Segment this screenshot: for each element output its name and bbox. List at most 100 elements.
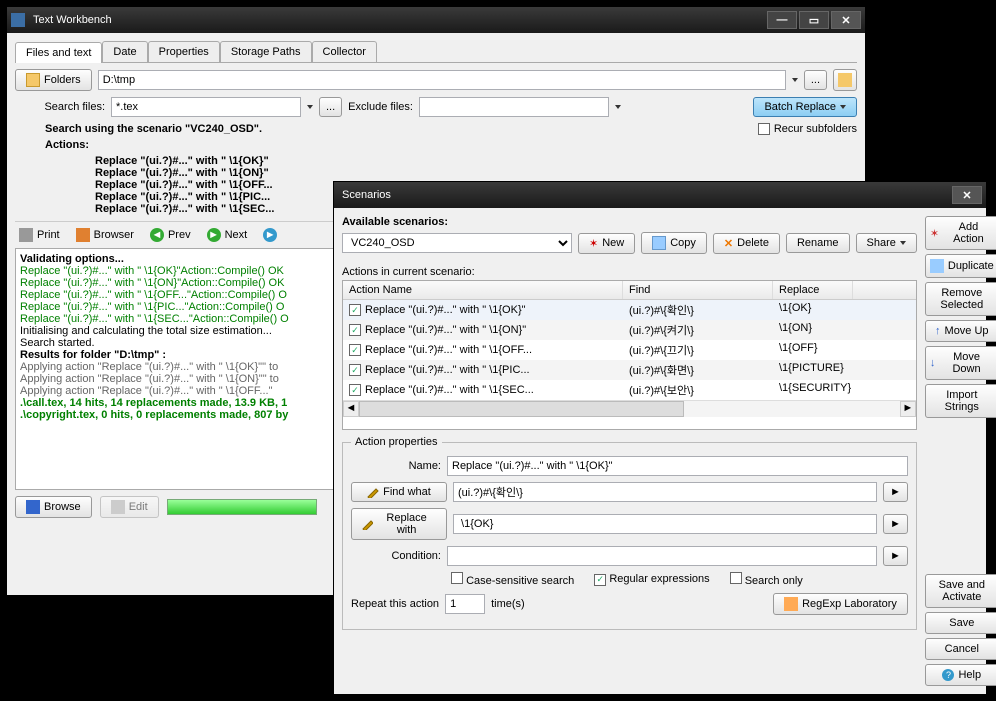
search-files-input[interactable] (111, 97, 301, 117)
exclude-files-label: Exclude files: (348, 101, 413, 113)
row-find: (ui.?)#\{보안\} (623, 381, 773, 399)
import-strings-button[interactable]: Import Strings (925, 384, 996, 418)
print-icon (19, 228, 33, 242)
row-name: Replace "(ui.?)#..." with " \1{OK}" (365, 304, 526, 316)
share-button[interactable]: Share (856, 233, 917, 253)
col-find[interactable]: Find (623, 281, 773, 299)
tab-properties[interactable]: Properties (148, 41, 220, 62)
save-button[interactable]: Save (925, 612, 996, 634)
times-label: time(s) (491, 598, 525, 610)
row-checkbox[interactable]: ✓ (349, 344, 361, 356)
folders-label: Folders (44, 74, 81, 86)
row-name: Replace "(ui.?)#..." with " \1{OFF... (365, 344, 532, 356)
move-up-button[interactable]: ↑Move Up (925, 320, 996, 342)
browser-button[interactable]: Browser (72, 226, 138, 244)
row-checkbox[interactable]: ✓ (349, 364, 361, 376)
name-input[interactable] (447, 456, 908, 476)
remove-selected-button[interactable]: Remove Selected (925, 282, 996, 316)
browse-icon (26, 500, 40, 514)
main-titlebar[interactable]: Text Workbench — ▭ ✕ (7, 7, 865, 33)
go-button[interactable]: ► (259, 226, 281, 244)
regex-check[interactable]: ✓ Regular expressions (594, 573, 709, 586)
delete-button[interactable]: ✕Delete (713, 233, 780, 254)
table-row[interactable]: ✓ Replace "(ui.?)#..." with " \1{SEC... (u… (343, 380, 916, 400)
row-name: Replace "(ui.?)#..." with " \1{SEC... (365, 384, 534, 396)
help-button[interactable]: ?Help (925, 664, 996, 686)
tab-date[interactable]: Date (102, 41, 147, 62)
find-what-input[interactable] (453, 482, 877, 502)
batch-replace-button[interactable]: Batch Replace (753, 97, 857, 117)
next-button[interactable]: ►Next (203, 226, 252, 244)
copy-button[interactable]: Copy (641, 232, 707, 254)
table-row[interactable]: ✓Replace "(ui.?)#..." with " \1{PIC...(u… (343, 360, 916, 380)
condition-input[interactable] (447, 546, 877, 566)
scenarios-close-button[interactable]: ✕ (952, 186, 982, 204)
refresh-path-button[interactable] (833, 69, 857, 91)
folders-button[interactable]: Folders (15, 69, 92, 91)
browse-button[interactable]: Browse (15, 496, 92, 518)
minimize-button[interactable]: — (767, 11, 797, 29)
replace-expand-button[interactable]: ► (883, 514, 908, 534)
actions-table[interactable]: Action Name Find Replace ✓Replace "(ui.?… (342, 280, 917, 430)
row-checkbox[interactable]: ✓ (349, 384, 361, 396)
search-files-dropdown-icon[interactable] (307, 105, 313, 109)
exclude-files-dropdown-icon[interactable] (615, 105, 621, 109)
tab-collector[interactable]: Collector (312, 41, 377, 62)
actions-in-scenario-label: Actions in current scenario: (342, 266, 917, 278)
close-button[interactable]: ✕ (831, 11, 861, 29)
recur-subfolders-check[interactable]: Recur subfolders (758, 123, 857, 135)
path-dropdown-icon[interactable] (792, 78, 798, 82)
prev-button[interactable]: ◄Prev (146, 226, 195, 244)
replace-with-button[interactable]: Replace with (351, 508, 447, 540)
find-what-button[interactable]: Find what (351, 482, 447, 502)
scenarios-titlebar[interactable]: Scenarios ✕ (334, 182, 986, 208)
row-checkbox[interactable]: ✓ (349, 324, 361, 336)
col-action-name[interactable]: Action Name (343, 281, 623, 299)
path-input[interactable] (98, 70, 786, 90)
condition-label: Condition: (351, 550, 441, 562)
down-icon: ↓ (930, 357, 936, 369)
print-button[interactable]: Print (15, 226, 64, 244)
save-activate-button[interactable]: Save and Activate (925, 574, 996, 608)
up-icon: ↑ (935, 325, 941, 337)
repeat-input[interactable] (445, 594, 485, 614)
maximize-button[interactable]: ▭ (799, 11, 829, 29)
available-scenarios-label: Available scenarios: (342, 216, 917, 228)
horizontal-scrollbar[interactable]: ◄ ► (343, 400, 916, 416)
tab-files-text[interactable]: Files and text (15, 42, 102, 63)
scroll-right-button[interactable]: ► (900, 401, 916, 417)
tab-storage-paths[interactable]: Storage Paths (220, 41, 312, 62)
search-only-check[interactable]: Search only (730, 572, 803, 587)
cancel-button[interactable]: Cancel (925, 638, 996, 660)
move-down-button[interactable]: ↓Move Down (925, 346, 996, 380)
rename-button[interactable]: Rename (786, 233, 850, 253)
browse-path-button[interactable]: ... (804, 70, 827, 90)
duplicate-button[interactable]: Duplicate (925, 254, 996, 278)
case-sensitive-check[interactable]: Case-sensitive search (451, 572, 574, 587)
search-files-more-button[interactable]: ... (319, 97, 342, 117)
table-row[interactable]: ✓Replace "(ui.?)#..." with " \1{OK}"(ui.… (343, 300, 916, 320)
scroll-thumb[interactable] (359, 401, 684, 417)
scroll-left-button[interactable]: ◄ (343, 401, 359, 417)
actions-label: Actions: (45, 139, 752, 151)
regexp-lab-button[interactable]: RegExp Laboratory (773, 593, 908, 615)
exclude-files-input[interactable] (419, 97, 609, 117)
pencil-icon (367, 486, 379, 498)
find-expand-button[interactable]: ► (883, 482, 908, 502)
replace-with-input[interactable] (453, 514, 877, 534)
condition-expand-button[interactable]: ► (883, 546, 908, 566)
add-action-button[interactable]: ✶Add Action (925, 216, 996, 250)
scenario-select[interactable]: VC240_OSD (342, 233, 572, 253)
row-checkbox[interactable]: ✓ (349, 304, 361, 316)
row-replace: \1{OK} (773, 301, 853, 319)
table-row[interactable]: ✓Replace "(ui.?)#..." with " \1{ON}"(ui.… (343, 320, 916, 340)
folder-refresh-icon (838, 73, 852, 87)
scenario-line: Replace "(ui.?)#..." with " \1{OK}" (95, 155, 752, 167)
new-button[interactable]: ✶New (578, 233, 635, 254)
prev-icon: ◄ (150, 228, 164, 242)
col-replace[interactable]: Replace (773, 281, 853, 299)
action-properties-group: Action properties Name: Find what ► Repl… (342, 436, 917, 630)
action-properties-legend: Action properties (351, 436, 442, 448)
duplicate-icon (930, 259, 944, 273)
table-row[interactable]: ✓Replace "(ui.?)#..." with " \1{OFF...(u… (343, 340, 916, 360)
